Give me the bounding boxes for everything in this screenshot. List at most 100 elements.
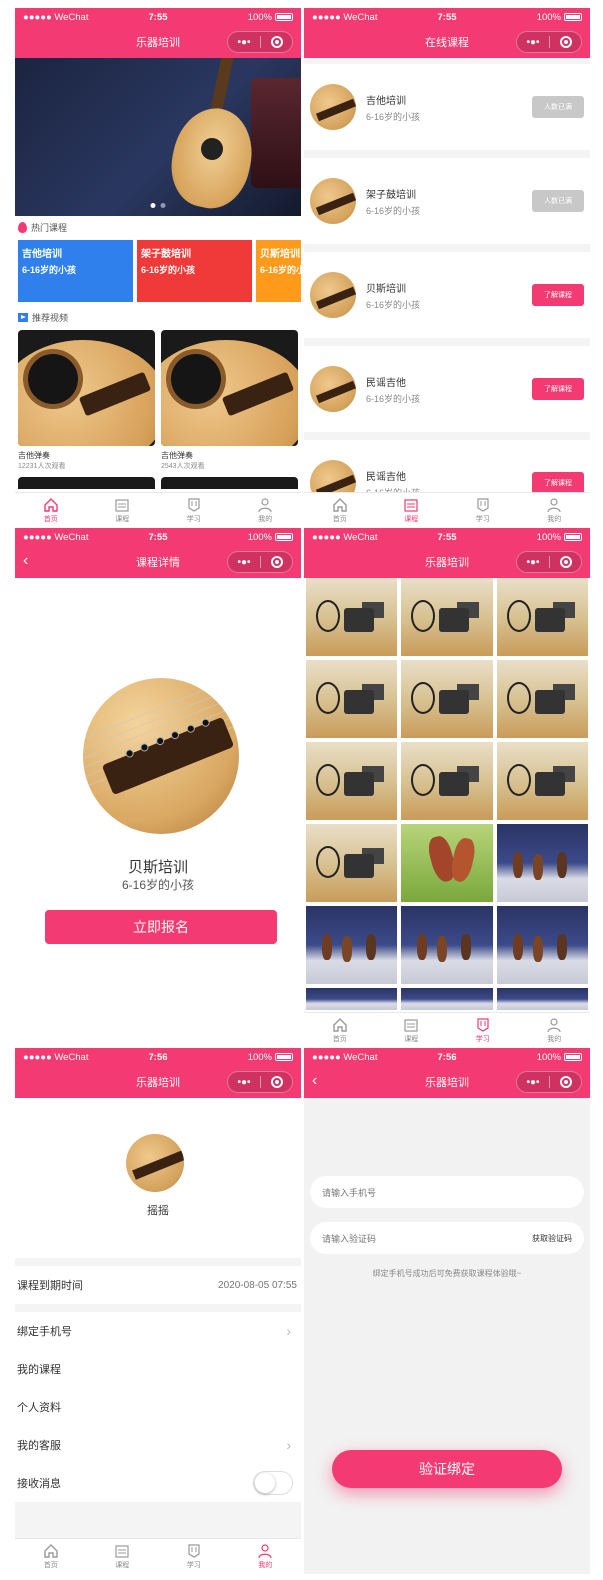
gallery-photo[interactable] xyxy=(306,906,398,984)
home-icon xyxy=(44,1544,58,1558)
course-item[interactable]: 民谣吉他 6-16岁的小孩 了解课程 xyxy=(304,346,590,432)
course-item[interactable]: 贝斯培训 6-16岁的小孩 了解课程 xyxy=(304,252,590,338)
tab-study[interactable]: 学习 xyxy=(447,1013,519,1048)
tab-home[interactable]: 首页 xyxy=(15,493,87,528)
phone-input[interactable]: 请输入手机号 xyxy=(310,1176,584,1208)
code-input[interactable]: 请输入验证码 获取验证码 xyxy=(310,1222,584,1254)
tab-course[interactable]: 课程 xyxy=(87,1539,159,1574)
menu-customer-service[interactable]: 我的客服 › xyxy=(15,1426,301,1464)
gallery-photo[interactable] xyxy=(496,988,588,1010)
battery: 100% xyxy=(248,532,293,543)
video-thumbnail[interactable] xyxy=(18,330,155,446)
enroll-button[interactable]: 立即报名 xyxy=(45,910,277,944)
mini-program-capsule[interactable]: •●• xyxy=(227,1071,293,1093)
gallery-photo[interactable] xyxy=(496,660,588,738)
video-thumbnail[interactable] xyxy=(161,330,298,446)
more-icon[interactable]: •●• xyxy=(517,1077,549,1088)
gallery-photo[interactable] xyxy=(306,988,398,1010)
video-card[interactable]: 吉他弹奏 2543人次观看 xyxy=(161,330,298,471)
close-target-icon[interactable] xyxy=(271,36,283,48)
calendar-icon xyxy=(404,499,418,512)
gallery-photo[interactable] xyxy=(401,742,493,820)
hot-course-card[interactable]: 架子鼓培训 6-16岁的小孩 xyxy=(137,240,252,302)
get-code-button[interactable]: 获取验证码 xyxy=(532,1233,572,1244)
tab-mine[interactable]: 我的 xyxy=(230,493,302,528)
close-target-icon[interactable] xyxy=(560,1076,572,1088)
chevron-right-icon: › xyxy=(286,1323,291,1339)
gallery-photo[interactable] xyxy=(401,906,493,984)
mini-program-capsule[interactable]: •●• xyxy=(516,551,582,573)
tab-course[interactable]: 课程 xyxy=(87,493,159,528)
learn-course-button[interactable]: 了解课程 xyxy=(532,284,584,306)
tab-course[interactable]: 课程 xyxy=(376,493,448,528)
banner-carousel[interactable] xyxy=(15,58,301,216)
menu-my-courses[interactable]: 我的课程 xyxy=(15,1350,301,1388)
phone-placeholder: 请输入手机号 xyxy=(322,1187,377,1198)
gallery-photo[interactable] xyxy=(306,742,398,820)
course-item[interactable]: 吉他培训 6-16岁的小孩 人数已满 xyxy=(304,64,590,150)
course-full-button[interactable]: 人数已满 xyxy=(532,190,584,212)
course-list: 吉他培训 6-16岁的小孩 人数已满 架子鼓培训 6-16岁的小孩 人数已满 贝斯培… xyxy=(304,58,590,526)
mini-program-capsule[interactable]: •●• xyxy=(227,31,293,53)
menu-bind-phone[interactable]: 绑定手机号 › xyxy=(15,1312,301,1350)
expire-value: 2020-08-05 07:55 xyxy=(218,1279,297,1291)
more-icon[interactable]: •●• xyxy=(517,37,549,48)
tab-mine[interactable]: 我的 xyxy=(230,1539,302,1574)
gallery-photo[interactable] xyxy=(401,578,493,656)
learn-course-button[interactable]: 了解课程 xyxy=(532,378,584,400)
back-icon[interactable]: ‹ xyxy=(23,552,28,570)
tab-bar: 首页 课程 学习 我的 xyxy=(304,1012,590,1048)
tab-home[interactable]: 首页 xyxy=(15,1539,87,1574)
verify-bind-button[interactable]: 验证绑定 xyxy=(332,1450,562,1488)
hot-course-card[interactable]: 贝斯培训 6-16岁的小孩 xyxy=(256,240,301,302)
tab-mine[interactable]: 我的 xyxy=(519,1013,591,1048)
more-icon[interactable]: •●• xyxy=(228,557,260,568)
avatar[interactable] xyxy=(126,1134,184,1192)
course-age: 6-16岁的小孩 xyxy=(366,299,421,310)
tab-study[interactable]: 学习 xyxy=(447,493,519,528)
mini-program-capsule[interactable]: •●• xyxy=(516,1071,582,1093)
close-target-icon[interactable] xyxy=(271,1076,283,1088)
gallery-photo[interactable] xyxy=(306,824,398,902)
hot-course-card[interactable]: 吉他培训 6-16岁的小孩 xyxy=(18,240,133,302)
gallery-photo[interactable] xyxy=(306,578,398,656)
tab-home[interactable]: 首页 xyxy=(304,493,376,528)
gallery-photo[interactable] xyxy=(401,988,493,1010)
gallery-photo[interactable] xyxy=(496,742,588,820)
close-target-icon[interactable] xyxy=(560,556,572,568)
tab-study[interactable]: 学习 xyxy=(158,1539,230,1574)
screen-course-detail: ●●●●● WeChat 7:55 100% ‹ 课程详情 •●• 贝斯培训 6… xyxy=(15,528,301,1048)
clock: 7:55 xyxy=(437,11,457,23)
back-icon[interactable]: ‹ xyxy=(312,1072,317,1090)
more-icon[interactable]: •●• xyxy=(517,557,549,568)
screen-gallery: ●●●●● WeChat 7:55 100% 乐器培训 •●• 首页 课程 学习… xyxy=(304,528,590,1048)
close-target-icon[interactable] xyxy=(560,36,572,48)
mini-program-capsule[interactable]: •●• xyxy=(227,551,293,573)
more-icon[interactable]: •●• xyxy=(228,1077,260,1088)
video-card[interactable]: 吉他弹奏 12231人次观看 xyxy=(18,330,155,471)
gallery-photo[interactable] xyxy=(496,906,588,984)
gallery-photo[interactable] xyxy=(401,824,493,902)
learn-course-button[interactable]: 了解课程 xyxy=(532,472,584,494)
gallery-photo[interactable] xyxy=(401,660,493,738)
gallery-photo[interactable] xyxy=(496,578,588,656)
status-bar: ●●●●● WeChat 7:55 100% xyxy=(15,528,301,546)
tab-study[interactable]: 学习 xyxy=(158,493,230,528)
tab-course[interactable]: 课程 xyxy=(376,1013,448,1048)
tab-mine[interactable]: 我的 xyxy=(519,493,591,528)
notification-toggle[interactable] xyxy=(253,1471,293,1495)
gallery-photo[interactable] xyxy=(496,824,588,902)
battery-icon xyxy=(564,533,582,541)
course-thumbnail xyxy=(310,84,356,130)
menu-profile[interactable]: 个人资料 xyxy=(15,1388,301,1426)
tab-home[interactable]: 首页 xyxy=(304,1013,376,1048)
course-full-button[interactable]: 人数已满 xyxy=(532,96,584,118)
close-target-icon[interactable] xyxy=(271,556,283,568)
mini-program-capsule[interactable]: •●• xyxy=(516,31,582,53)
menu-label: 个人资料 xyxy=(17,1402,61,1414)
course-item[interactable]: 架子鼓培训 6-16岁的小孩 人数已满 xyxy=(304,158,590,244)
code-placeholder: 请输入验证码 xyxy=(322,1233,377,1244)
more-icon[interactable]: •●• xyxy=(228,37,260,48)
gallery-photo[interactable] xyxy=(306,660,398,738)
status-bar: ●●●●● WeChat 7:55 100% xyxy=(304,8,590,26)
